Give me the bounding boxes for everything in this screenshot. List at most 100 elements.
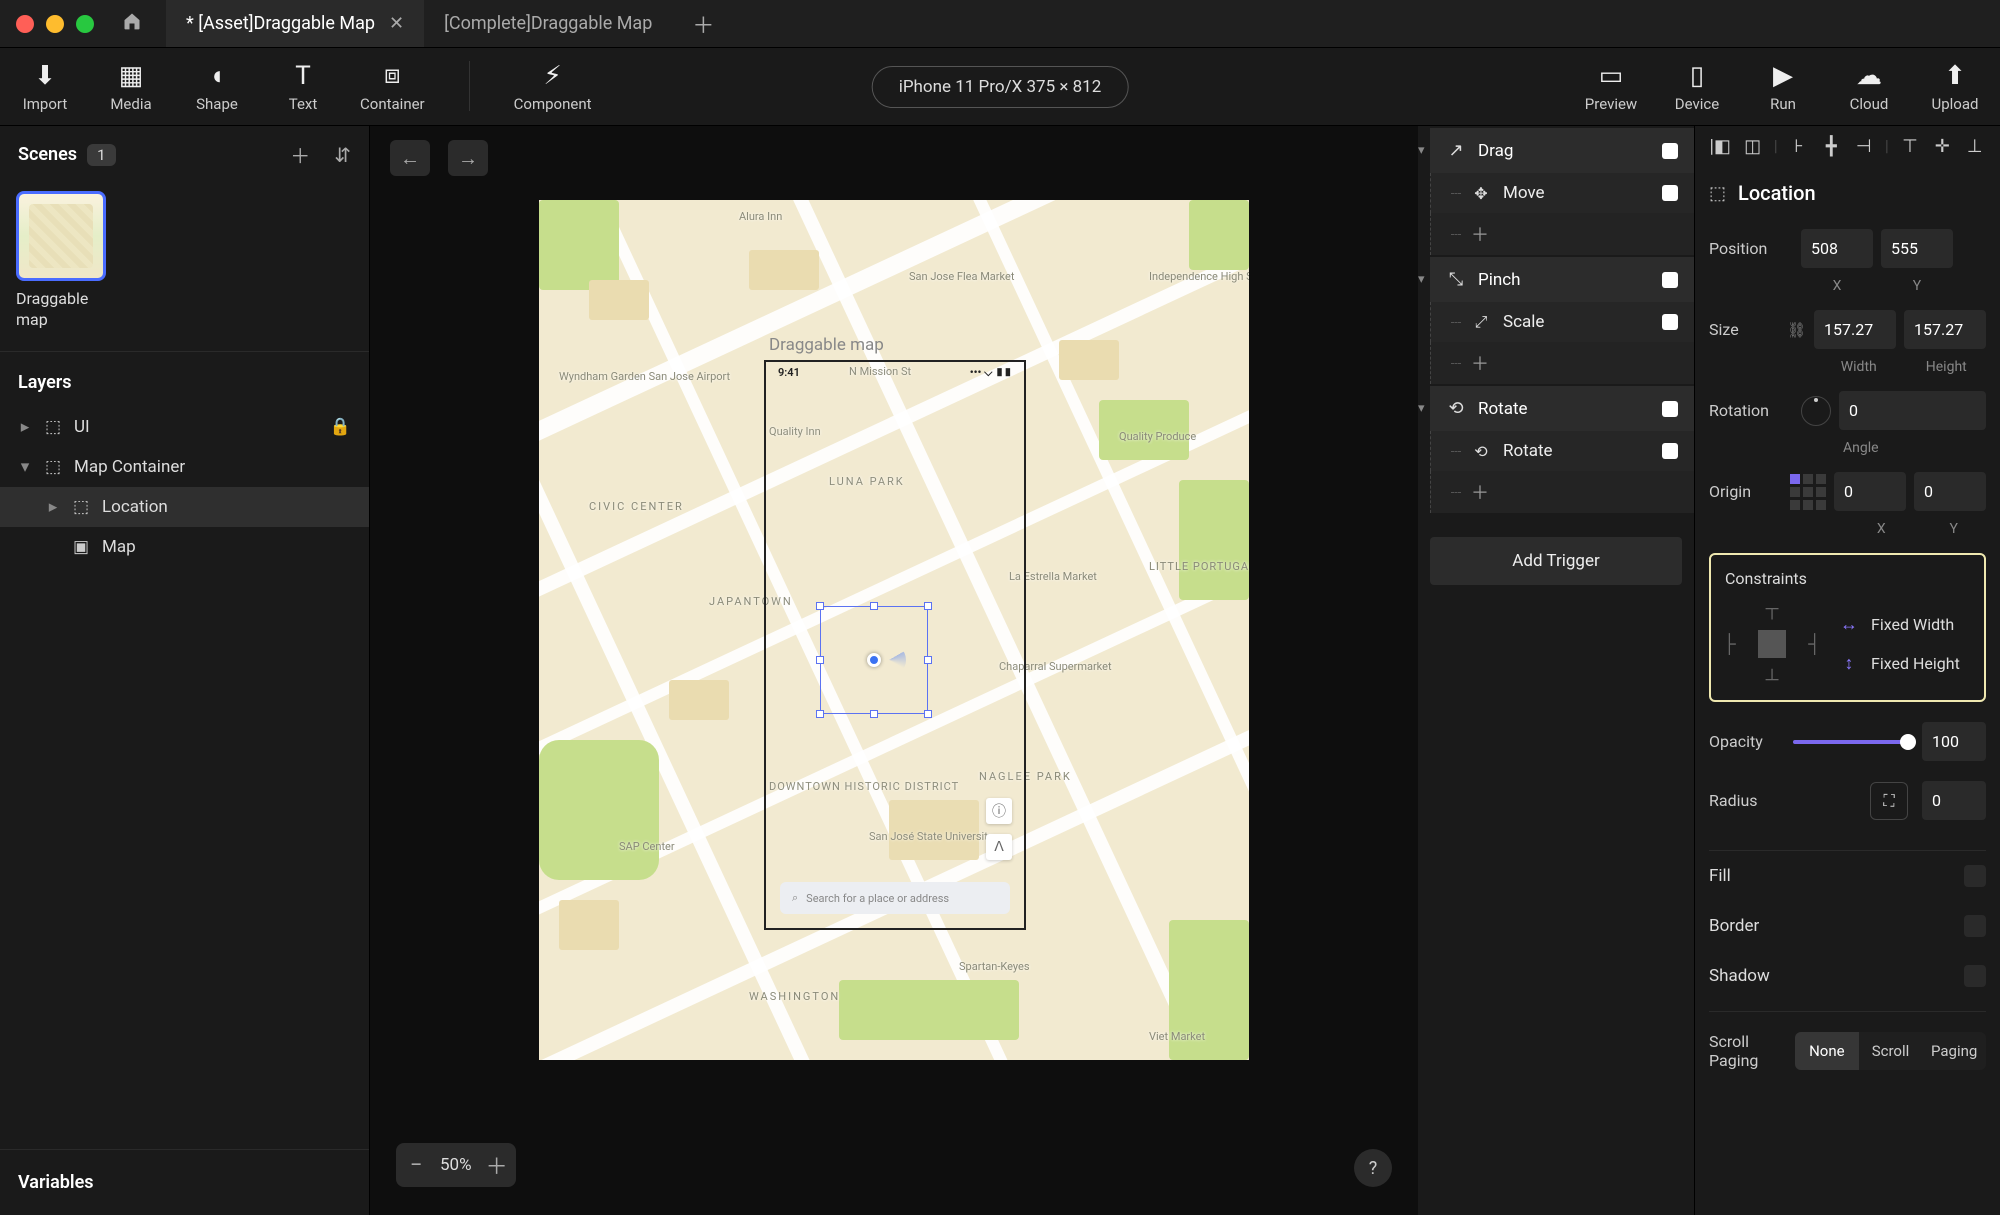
align-middle-icon[interactable]: ✛ (1931, 136, 1953, 157)
seg-paging[interactable]: Paging (1922, 1032, 1986, 1070)
resize-handle[interactable] (924, 602, 932, 610)
collapse-icon[interactable]: ▾ (1418, 143, 1425, 158)
height-input[interactable] (1904, 310, 1986, 349)
enabled-checkbox[interactable] (1662, 443, 1678, 459)
device-selector[interactable]: iPhone 11 Pro/X 375 × 812 (872, 66, 1129, 108)
tab-complete-draggable-map[interactable]: [Complete]Draggable Map (424, 0, 672, 47)
shape-tool[interactable]: ◖ Shape (188, 61, 246, 113)
interaction-trigger-drag[interactable]: ▾ ↗ Drag (1430, 128, 1694, 173)
cloud-button[interactable]: ☁ Cloud (1840, 61, 1898, 113)
border-toggle[interactable] (1964, 915, 1986, 937)
add-response-button[interactable]: ＋ (1430, 471, 1694, 513)
fixed-width-toggle[interactable]: ↔ Fixed Width (1839, 614, 1970, 635)
align-right-icon[interactable]: ⊣ (1852, 136, 1874, 157)
align-bottom-icon[interactable]: ⊥ (1964, 136, 1986, 157)
nav-back-button[interactable]: ← (390, 140, 430, 176)
maximize-window-button[interactable] (76, 15, 94, 33)
interaction-trigger-pinch[interactable]: ▾ ⤡ Pinch (1430, 257, 1694, 302)
map-compass-button[interactable]: ᐱ (986, 834, 1012, 860)
resize-handle[interactable] (816, 710, 824, 718)
expand-icon[interactable]: ▸ (18, 417, 32, 437)
add-scene-icon[interactable]: ＋ (290, 140, 310, 169)
width-input[interactable] (1814, 310, 1896, 349)
interaction-response-rotate[interactable]: ⟲ Rotate (1430, 431, 1694, 471)
nav-forward-button[interactable]: → (448, 140, 488, 176)
fill-toggle[interactable] (1964, 865, 1986, 887)
import-tool[interactable]: ⬇ Import (16, 61, 74, 113)
enabled-checkbox[interactable] (1662, 401, 1678, 417)
resize-handle[interactable] (924, 710, 932, 718)
tab-asset-draggable-map[interactable]: * [Asset]Draggable Map ✕ (166, 0, 424, 47)
border-row[interactable]: Border (1709, 901, 1986, 951)
add-trigger-button[interactable]: Add Trigger (1430, 537, 1682, 585)
enabled-checkbox[interactable] (1662, 314, 1678, 330)
shadow-toggle[interactable] (1964, 965, 1986, 987)
map-search-bar[interactable]: ⌕ Search for a place or address (780, 882, 1010, 914)
add-tab-button[interactable]: ＋ (672, 0, 734, 47)
slider-knob[interactable] (1900, 734, 1916, 750)
origin-picker[interactable] (1790, 474, 1826, 510)
fill-row[interactable]: Fill (1709, 850, 1986, 901)
add-response-button[interactable]: ＋ (1430, 213, 1694, 255)
rotation-input[interactable] (1839, 391, 1986, 430)
scroll-paging-segmented[interactable]: None Scroll Paging (1795, 1032, 1986, 1070)
enabled-checkbox[interactable] (1662, 143, 1678, 159)
run-button[interactable]: ▶ Run (1754, 61, 1812, 113)
rotation-wheel[interactable] (1801, 396, 1831, 426)
radius-per-corner-button[interactable]: ⛶ (1870, 782, 1908, 820)
pin-left-icon[interactable]: ├ (1723, 634, 1736, 655)
position-x-input[interactable] (1801, 229, 1873, 268)
close-window-button[interactable] (16, 15, 34, 33)
text-tool[interactable]: T Text (274, 61, 332, 113)
media-tool[interactable]: ▦ Media (102, 61, 160, 113)
interaction-response-scale[interactable]: ⤢ Scale (1430, 302, 1694, 342)
resize-handle[interactable] (816, 602, 824, 610)
add-response-button[interactable]: ＋ (1430, 342, 1694, 384)
preview-button[interactable]: ▭ Preview (1582, 61, 1640, 113)
lock-icon[interactable]: 🔒 (330, 417, 351, 437)
map-info-button[interactable]: ⓘ (986, 798, 1012, 824)
device-frame[interactable]: 9:41 ••• ⌵ ▮▮ (764, 360, 1026, 930)
align-top-icon[interactable]: ⊤ (1899, 136, 1921, 157)
zoom-out-button[interactable]: − (406, 1153, 426, 1178)
collapse-icon[interactable]: ▾ (1418, 272, 1425, 287)
interaction-trigger-rotate[interactable]: ▾ ⟲ Rotate (1430, 386, 1694, 431)
opacity-slider[interactable] (1793, 740, 1908, 744)
container-tool[interactable]: ⧈ Container (360, 61, 425, 113)
enabled-checkbox[interactable] (1662, 272, 1678, 288)
scene-thumbnail[interactable]: Draggable map (16, 191, 106, 331)
canvas-viewport[interactable]: Alura Inn San Jose Flea Market Independe… (370, 190, 1418, 1215)
device-button[interactable]: ▯ Device (1668, 61, 1726, 113)
expand-icon[interactable]: ▸ (46, 497, 60, 517)
align-h-left-icon[interactable]: |◧ (1709, 136, 1731, 157)
enabled-checkbox[interactable] (1662, 185, 1678, 201)
pin-top-icon[interactable]: ┬ (1766, 598, 1779, 619)
layer-row-location[interactable]: ▸ ⬚ Location (0, 487, 369, 527)
align-center-icon[interactable]: ╋ (1820, 136, 1842, 157)
expand-icon[interactable]: ▾ (18, 457, 32, 477)
selection-box[interactable] (820, 606, 928, 714)
upload-button[interactable]: ⬆ Upload (1926, 61, 1984, 113)
minimize-window-button[interactable] (46, 15, 64, 33)
position-y-input[interactable] (1881, 229, 1953, 268)
constraint-visualizer[interactable]: ┬ ┴ ├ ┤ (1725, 602, 1819, 686)
resize-handle[interactable] (816, 656, 824, 664)
resize-handle[interactable] (870, 710, 878, 718)
seg-scroll[interactable]: Scroll (1859, 1032, 1923, 1070)
origin-y-input[interactable] (1914, 472, 1986, 511)
scene-settings-icon[interactable]: ⇵ (334, 143, 351, 167)
home-icon[interactable] (122, 11, 142, 37)
align-h-center-icon[interactable]: ◫ (1741, 136, 1763, 157)
collapse-icon[interactable]: ▾ (1418, 401, 1425, 416)
seg-none[interactable]: None (1795, 1032, 1859, 1070)
zoom-value[interactable]: 50% (440, 1155, 472, 1175)
resize-handle[interactable] (870, 602, 878, 610)
opacity-input[interactable] (1922, 722, 1986, 761)
fixed-height-toggle[interactable]: ↕ Fixed Height (1839, 653, 1970, 674)
resize-handle[interactable] (924, 656, 932, 664)
align-left-icon[interactable]: ⊦ (1788, 136, 1810, 157)
layer-row-ui[interactable]: ▸ ⬚ UI 🔒 (0, 407, 369, 447)
pin-right-icon[interactable]: ┤ (1808, 634, 1821, 655)
zoom-in-button[interactable]: ＋ (486, 1149, 506, 1181)
help-button[interactable]: ? (1354, 1149, 1392, 1187)
